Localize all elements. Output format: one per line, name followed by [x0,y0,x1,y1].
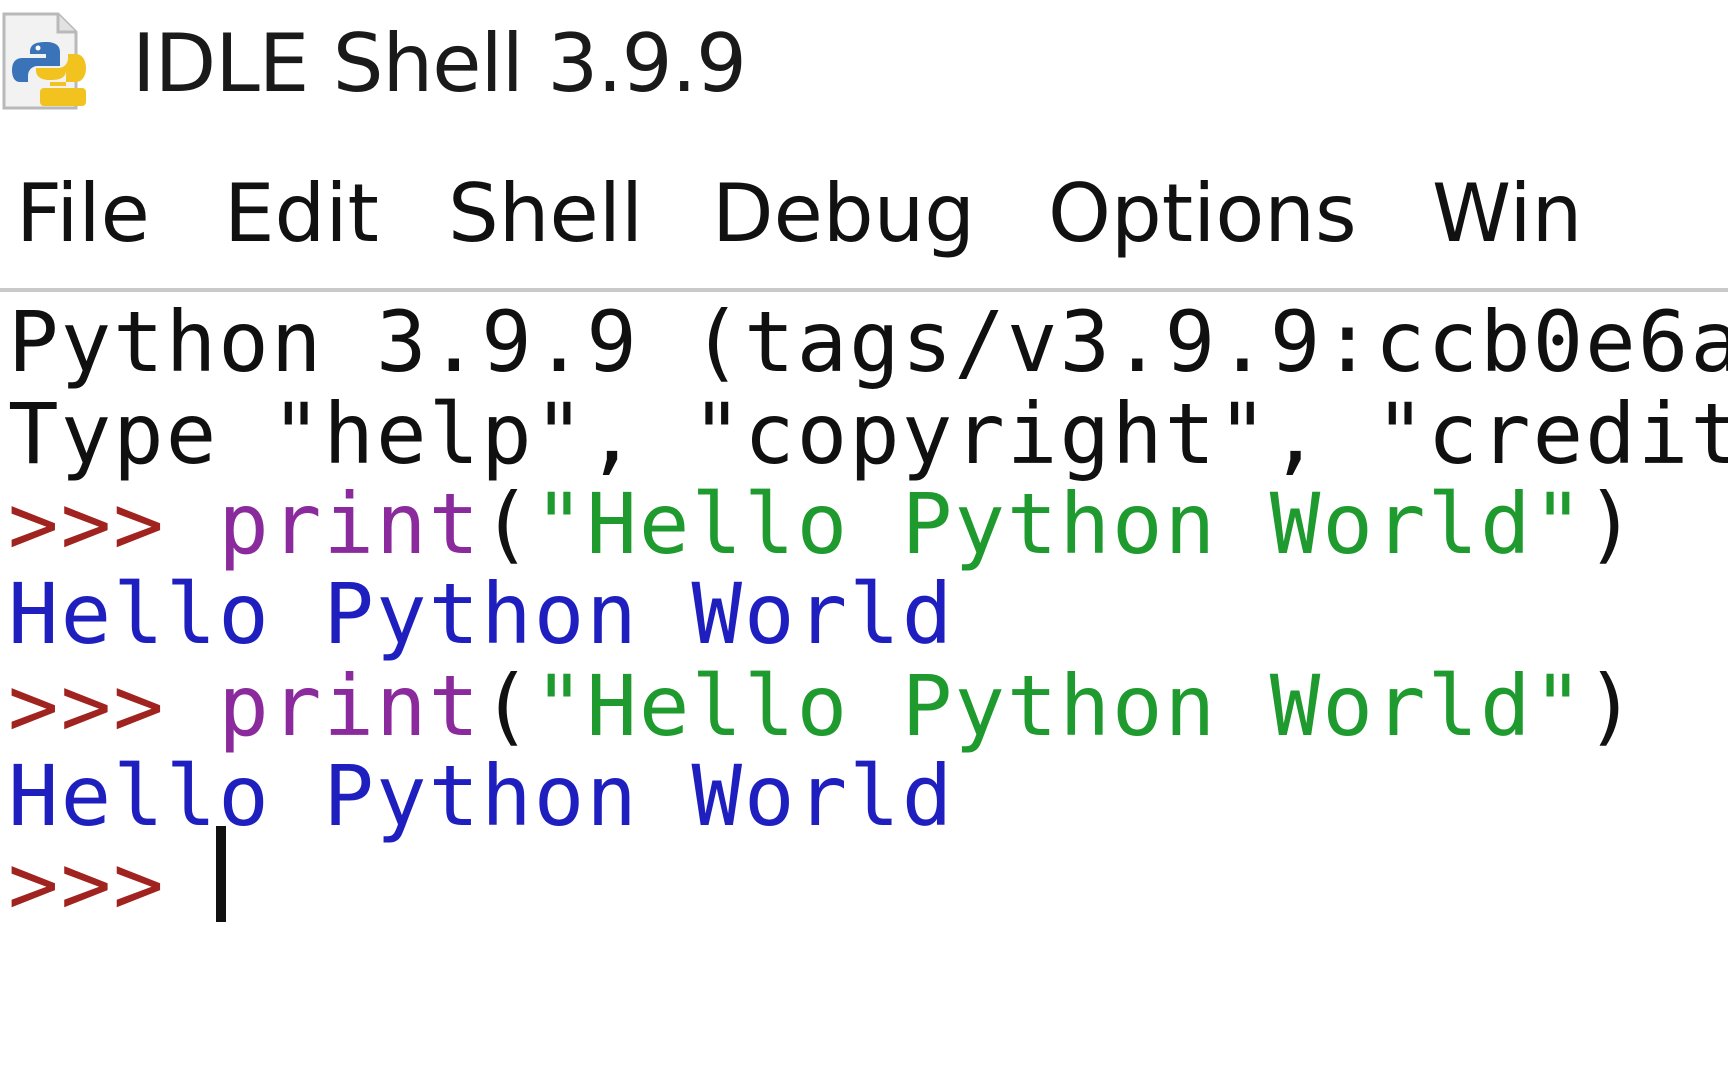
builtin-name: print [218,657,482,755]
menu-file[interactable]: File [16,166,150,262]
open-paren: ( [481,657,534,755]
text-cursor [216,826,226,922]
shell-prompt: >>> [8,657,166,755]
string-literal: "Hello Python World" [533,475,1586,573]
menu-window[interactable]: Win [1432,166,1582,262]
input-line: >>> print("Hello Python World") [8,656,1638,756]
input-line: >>> print("Hello Python World") [8,474,1638,574]
builtin-name: print [218,475,482,573]
output-line: Hello Python World [8,565,955,663]
menu-shell[interactable]: Shell [448,166,643,262]
shell-text-area[interactable]: Python 3.9.9 (tags/v3.9.9:ccb0e6a Type "… [0,292,1728,1080]
shell-prompt: >>> [8,835,166,933]
python-idle-icon [0,8,96,112]
window-title: IDLE Shell 3.9.9 [132,17,747,110]
menu-options[interactable]: Options [1048,166,1357,262]
output-line: Hello Python World [8,747,955,845]
menu-bar: File Edit Shell Debug Options Win [0,130,1728,292]
title-bar: IDLE Shell 3.9.9 [0,0,1728,130]
close-paren: ) [1585,657,1638,755]
banner-line-version: Python 3.9.9 (tags/v3.9.9:ccb0e6a [8,293,1728,391]
open-paren: ( [481,475,534,573]
close-paren: ) [1585,475,1638,573]
string-literal: "Hello Python World" [533,657,1586,755]
banner-line-help: Type "help", "copyright", "credit [8,385,1728,483]
current-input-line[interactable]: >>> [8,834,166,934]
menu-debug[interactable]: Debug [712,166,975,262]
menu-edit[interactable]: Edit [224,166,379,262]
shell-prompt: >>> [8,475,166,573]
